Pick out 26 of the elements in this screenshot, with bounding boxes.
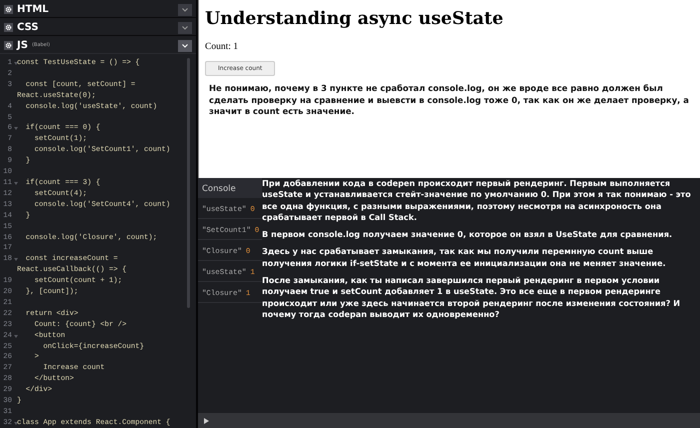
question-text: Не понимаю, почему в 3 пункте не сработал console.log, он же вроде все равно должен был сделать проверку на сравнение и выевсти в console.log тоже 0, так как он же делает проверку, а значит в count есть значение. [209, 83, 690, 118]
panel-title: JS [17, 39, 28, 53]
annotation-text: В первом console.log получаем значение 0, которое он взял в UseState для сравнения. [262, 229, 674, 240]
chevron-icon [182, 26, 188, 30]
annotation-text: Здесь у нас срабатывает замыкания, так как мы получили перемнную count выше получения логики if-setState и с момента ее инициализации она не меняет значение. [262, 246, 667, 270]
console-title: Console [198, 178, 262, 198]
panel-title: CSS [17, 21, 38, 35]
chevron-icon [182, 44, 188, 48]
panel-toggle-button[interactable] [178, 4, 192, 16]
annotation-text: При добавлении кода в codepen происходит первый рендеринг. Первым выполняется useState и устанавливается стейт-значение по умолчанию 0. При этом я так понимаю - это все одна функция, с разными выражениями, поэтому несмотря на асинхроность она срабатывает первой в Call Stack. [262, 178, 692, 224]
chevron-icon [182, 8, 188, 12]
panel-header[interactable]: HTML [0, 2, 196, 18]
console-input-field[interactable] [198, 413, 700, 428]
count-text: Count: 1 [205, 42, 239, 53]
gear-icon [5, 42, 12, 49]
panel-toggle-button[interactable] [178, 22, 192, 34]
prompt-icon [204, 418, 209, 424]
fold-caret-icon[interactable] [14, 422, 18, 425]
gear-icon [5, 6, 12, 13]
panel-header[interactable]: CSS [0, 20, 196, 36]
annotation-text: После замыкания, как ты написал завершился первый рендеринг в первом условии получаем true и setCount добавляет 1 в useState. Это все еще в первом рендеринге происходит или уже здесь начинается второй рендеринг после изменения состояния? И почему тогда codepan выводит их одновременно? [262, 275, 682, 320]
panel-title: HTML [17, 3, 49, 17]
panel-toggle-button[interactable] [178, 40, 192, 52]
fold-caret-icon[interactable] [14, 62, 18, 65]
page-heading: Understanding async useState [205, 9, 504, 30]
gear-icon [5, 24, 12, 31]
